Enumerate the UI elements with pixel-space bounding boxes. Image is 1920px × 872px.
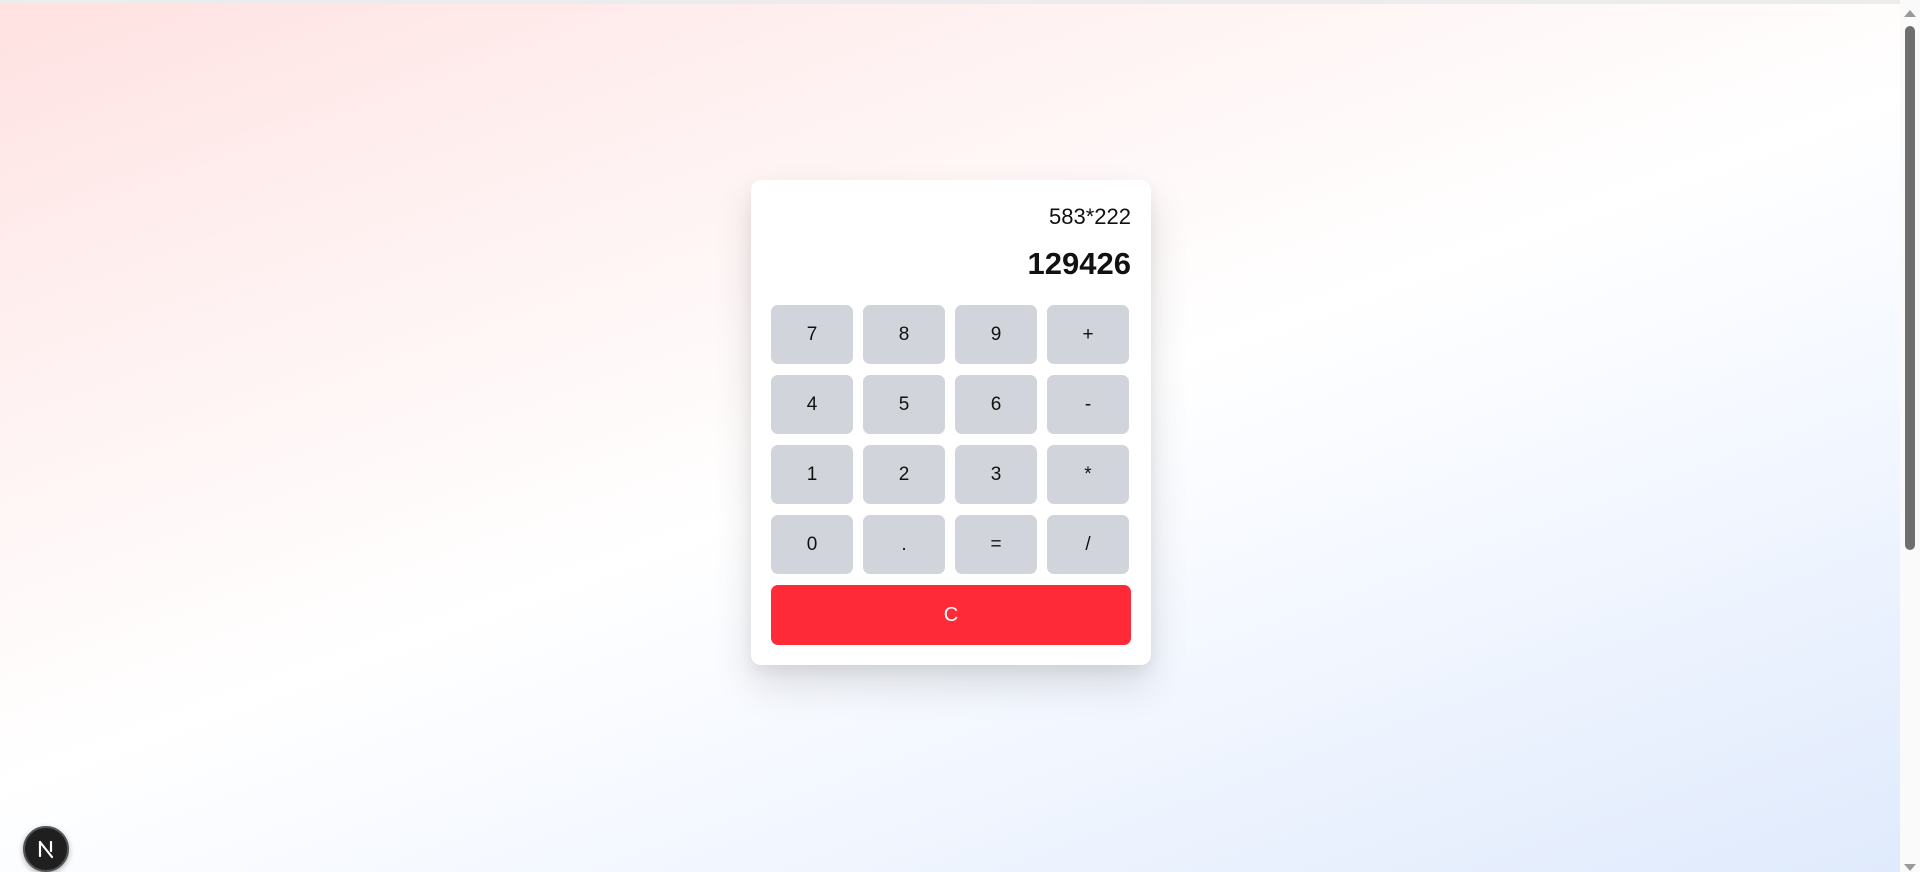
key-equals[interactable]: = [955,515,1037,574]
key-8[interactable]: 8 [863,305,945,364]
key-decimal[interactable]: . [863,515,945,574]
keypad: 7 8 9 + 4 5 6 - 1 2 3 * 0 . = / [771,305,1131,574]
nextjs-n-glyph [38,840,54,859]
key-6[interactable]: 6 [955,375,1037,434]
scroll-up-arrow-icon[interactable] [1904,10,1916,17]
key-4[interactable]: 4 [771,375,853,434]
key-subtract[interactable]: - [1047,375,1129,434]
key-divide[interactable]: / [1047,515,1129,574]
nextjs-logo-icon[interactable] [23,826,69,872]
key-add[interactable]: + [1047,305,1129,364]
key-2[interactable]: 2 [863,445,945,504]
key-3[interactable]: 3 [955,445,1037,504]
clear-button[interactable]: C [771,585,1131,645]
vertical-scrollbar[interactable] [1900,0,1920,872]
key-7[interactable]: 7 [771,305,853,364]
key-0[interactable]: 0 [771,515,853,574]
key-9[interactable]: 9 [955,305,1037,364]
result-display: 129426 [1027,246,1131,281]
calculator: 583*222 129426 7 8 9 + 4 5 6 - 1 2 3 * 0… [751,180,1151,665]
scroll-down-arrow-icon[interactable] [1904,864,1916,871]
expression-display: 583*222 [1049,204,1131,229]
key-multiply[interactable]: * [1047,445,1129,504]
key-1[interactable]: 1 [771,445,853,504]
scrollbar-thumb[interactable] [1905,26,1915,550]
top-border [0,0,1900,4]
key-5[interactable]: 5 [863,375,945,434]
